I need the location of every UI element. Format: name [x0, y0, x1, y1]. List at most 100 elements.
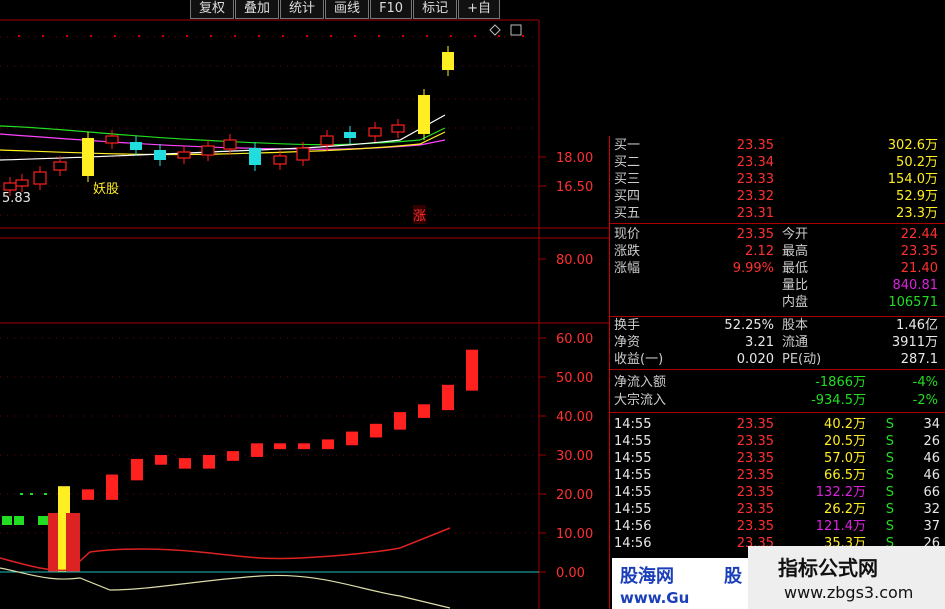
tick-time: 14:55 — [614, 485, 652, 500]
candle-body — [223, 139, 237, 150]
y-tick-label: 0.00 — [556, 566, 585, 581]
indicator-bar — [179, 458, 191, 469]
marker-dot — [186, 35, 188, 37]
candle-body — [442, 52, 454, 70]
indicator-bar — [274, 443, 286, 450]
marker-dot — [330, 35, 332, 37]
bid-label: 买二 — [614, 155, 641, 170]
fund-value-2: 287.1 — [900, 352, 938, 367]
fuquan-button[interactable]: 复权 — [190, 0, 235, 19]
candle-body — [33, 171, 47, 185]
draw-line-button[interactable]: 画线 — [325, 0, 370, 19]
bid-price: 23.32 — [736, 189, 774, 204]
add-watchlist-button[interactable]: +自 — [458, 0, 501, 19]
stat-label-2: 最高 — [782, 244, 809, 259]
panel-divider — [610, 369, 945, 370]
y-tick-label: 40.00 — [556, 410, 593, 425]
fund-row: 换手 52.25% 股本 1.46亿 — [610, 317, 945, 334]
fund-label-1: 净资 — [614, 335, 641, 350]
bid-row: 买二 23.34 50.2万 — [610, 154, 945, 171]
chart-grid — [0, 19, 609, 609]
flow-pct: -4% — [912, 375, 938, 390]
flow-row: 净流入额 -1866万 -4% — [610, 374, 945, 391]
tick-time: 14:55 — [614, 468, 652, 483]
fund-value-1: 3.21 — [745, 335, 774, 350]
indicator-bar — [251, 443, 263, 457]
flow-value: -1866万 — [815, 375, 866, 390]
bid-price: 23.35 — [736, 138, 774, 153]
indicator-bar — [30, 493, 33, 495]
candle-body — [296, 147, 310, 161]
stat-label-2: 内盘 — [782, 295, 809, 310]
bid-volume: 302.6万 — [887, 138, 938, 153]
tick-time: 14:56 — [614, 536, 652, 551]
fund-label-1: 换手 — [614, 318, 641, 333]
watermark-guhai-char: 股 — [724, 566, 742, 587]
marker-dot — [354, 35, 356, 37]
candle-body — [201, 145, 215, 156]
candle-body — [130, 142, 142, 150]
overlay-button[interactable]: 叠加 — [235, 0, 280, 19]
stat-label-2: 量比 — [782, 278, 809, 293]
candle-body — [154, 150, 166, 160]
tick-count: 26 — [923, 434, 940, 449]
indicator-bar — [44, 493, 47, 495]
flow-label: 大宗流入 — [614, 393, 667, 408]
fund-value-2: 1.46亿 — [896, 318, 938, 333]
stats-button[interactable]: 统计 — [280, 0, 325, 19]
fund-label-2: 股本 — [782, 318, 809, 333]
candle-body — [273, 155, 287, 165]
tick-volume: 40.2万 — [824, 417, 866, 432]
indicator-bar — [203, 455, 215, 469]
bid-row: 买五 23.31 23.3万 — [610, 205, 945, 222]
stat-value-1: 2.12 — [745, 244, 774, 259]
candle-body — [391, 124, 405, 133]
bid-label: 买一 — [614, 138, 641, 153]
stat-row: 内盘 106571 — [610, 294, 945, 311]
flow-row: 大宗流入 -934.5万 -2% — [610, 392, 945, 409]
marker-dot — [138, 35, 140, 37]
watermark-zbgs: 指标公式网 www.zbgs3.com — [748, 546, 945, 609]
stat-row: 量比 840.81 — [610, 277, 945, 294]
f10-button[interactable]: F10 — [370, 0, 413, 19]
tick-volume: 20.5万 — [824, 434, 866, 449]
tick-volume: 121.4万 — [815, 519, 866, 534]
watermark-guhai-url: www.Gu — [620, 589, 690, 607]
limit-up-marker: 涨 — [413, 205, 427, 224]
indicator-bar — [2, 516, 12, 525]
stat-label-1: 涨跌 — [614, 244, 641, 259]
panel-divider — [610, 223, 945, 224]
marker-dot — [90, 35, 92, 37]
bid-volume: 154.0万 — [887, 172, 938, 187]
tick-row: 14:55 23.35 57.0万 S 46 — [610, 450, 945, 467]
candles — [3, 46, 454, 196]
tick-row: 14:55 23.35 66.5万 S 46 — [610, 467, 945, 484]
bid-label: 买五 — [614, 206, 641, 221]
flow-value: -934.5万 — [811, 393, 866, 408]
tick-price: 23.35 — [736, 468, 774, 483]
candle-body — [105, 135, 119, 144]
indicator-bar — [58, 486, 70, 518]
marker-dot — [306, 35, 308, 37]
tick-time: 14:55 — [614, 451, 652, 466]
indicator-bar — [322, 439, 334, 450]
bid-label: 买四 — [614, 189, 641, 204]
stat-row: 涨幅 9.99% 最低 21.40 — [610, 260, 945, 277]
tick-row: 14:56 23.35 121.4万 S 37 — [610, 518, 945, 535]
indicator-bar — [58, 513, 66, 572]
tick-side: S — [885, 485, 894, 500]
candle-body — [368, 127, 382, 137]
fund-label-1: 收益(一) — [614, 352, 664, 367]
bid-row: 买三 23.33 154.0万 — [610, 171, 945, 188]
y-tick-label: 80.00 — [556, 253, 593, 268]
tick-side: S — [885, 519, 894, 534]
tick-price: 23.35 — [736, 434, 774, 449]
y-tick-label: 30.00 — [556, 449, 593, 464]
tick-side: S — [885, 502, 894, 517]
tick-count: 34 — [923, 417, 940, 432]
watermark-guhai-name: 股海网 — [620, 566, 674, 587]
fund-label-2: PE(动) — [782, 352, 822, 367]
y-tick-label: 50.00 — [556, 371, 593, 386]
mark-button[interactable]: 标记 — [413, 0, 458, 19]
tick-count: 32 — [923, 502, 940, 517]
